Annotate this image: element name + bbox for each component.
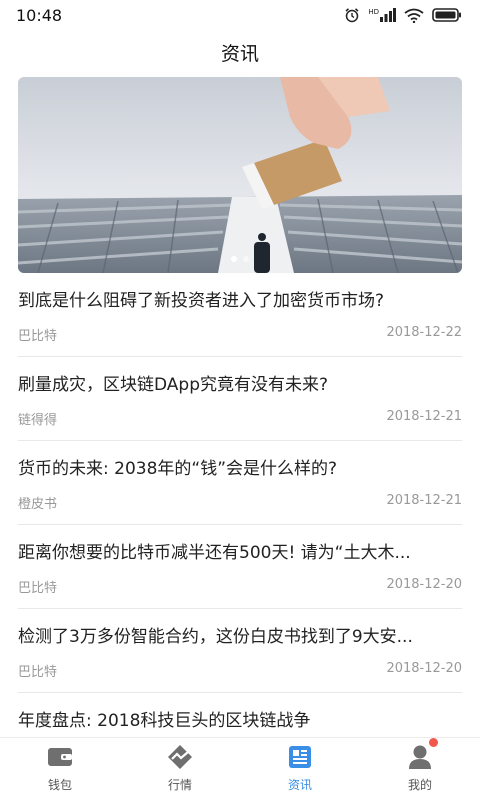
news-list: 到底是什么阻碍了新投资者进入了加密货币市场? 巴比特 2018-12-22 刷量…: [18, 273, 462, 777]
news-title: 检测了3万多份智能合约，这份白皮书找到了9大安...: [18, 627, 413, 647]
news-icon: [287, 744, 313, 770]
status-bar: 10:48 HD: [0, 0, 480, 30]
tab-label: 行情: [167, 778, 192, 792]
page-title: 资讯: [220, 42, 259, 65]
news-source: 巴比特: [18, 329, 58, 344]
news-title: 年度盘点: 2018科技巨头的区块链战争: [18, 711, 311, 731]
tab-profile[interactable]: 我的: [360, 738, 480, 801]
news-source: 橙皮书: [18, 497, 58, 512]
carousel-dot[interactable]: [231, 256, 237, 262]
news-item[interactable]: 检测了3万多份智能合约，这份白皮书找到了9大安... 巴比特 2018-12-2…: [18, 609, 462, 693]
news-date: 2018-12-21: [386, 493, 462, 508]
market-icon: [167, 744, 193, 770]
status-time: 10:48: [16, 5, 63, 25]
tab-wallet[interactable]: 钱包: [0, 738, 120, 801]
wallet-icon: [47, 744, 73, 770]
news-date: 2018-12-20: [386, 577, 462, 592]
news-source: 巴比特: [18, 581, 58, 596]
network-label: HD: [368, 8, 379, 16]
news-item[interactable]: 货币的未来: 2038年的“钱”会是什么样的? 橙皮书 2018-12-21: [18, 441, 462, 525]
battery-icon: [432, 8, 462, 22]
news-item[interactable]: 刷量成灾，区块链DApp究竟有没有未来? 链得得 2018-12-21: [18, 357, 462, 441]
wifi-icon: [404, 8, 424, 23]
header: 资讯: [0, 30, 480, 74]
news-title: 距离你想要的比特币减半还有500天! 请为“土大木...: [18, 543, 411, 563]
news-title: 货币的未来: 2038年的“钱”会是什么样的?: [18, 459, 338, 479]
carousel-dots: [18, 256, 462, 262]
tab-label: 资讯: [287, 778, 312, 792]
news-item[interactable]: 到底是什么阻碍了新投资者进入了加密货币市场? 巴比特 2018-12-22: [18, 273, 462, 357]
news-source: 链得得: [18, 413, 58, 428]
tab-news[interactable]: 资讯: [240, 738, 360, 801]
signal-icon: HD: [368, 8, 396, 22]
news-date: 2018-12-21: [386, 409, 462, 424]
news-title: 到底是什么阻碍了新投资者进入了加密货币市场?: [18, 291, 385, 311]
notification-badge: [429, 738, 438, 747]
news-title: 刷量成灾，区块链DApp究竟有没有未来?: [18, 375, 329, 395]
banner-carousel[interactable]: [18, 77, 462, 273]
news-item[interactable]: 距离你想要的比特币减半还有500天! 请为“土大木... 巴比特 2018-12…: [18, 525, 462, 609]
news-date: 2018-12-20: [386, 661, 462, 676]
bottom-tab-bar: 钱包 行情 资讯 我的: [0, 737, 480, 801]
carousel-dot[interactable]: [243, 256, 249, 262]
tab-market[interactable]: 行情: [120, 738, 240, 801]
news-date: 2018-12-22: [386, 325, 462, 340]
alarm-icon: [344, 7, 360, 23]
news-source: 巴比特: [18, 665, 58, 680]
tab-label: 我的: [407, 778, 432, 792]
profile-icon: [407, 744, 433, 770]
banner-image: [18, 77, 462, 273]
status-icons: HD: [344, 7, 462, 23]
tab-label: 钱包: [47, 778, 72, 792]
